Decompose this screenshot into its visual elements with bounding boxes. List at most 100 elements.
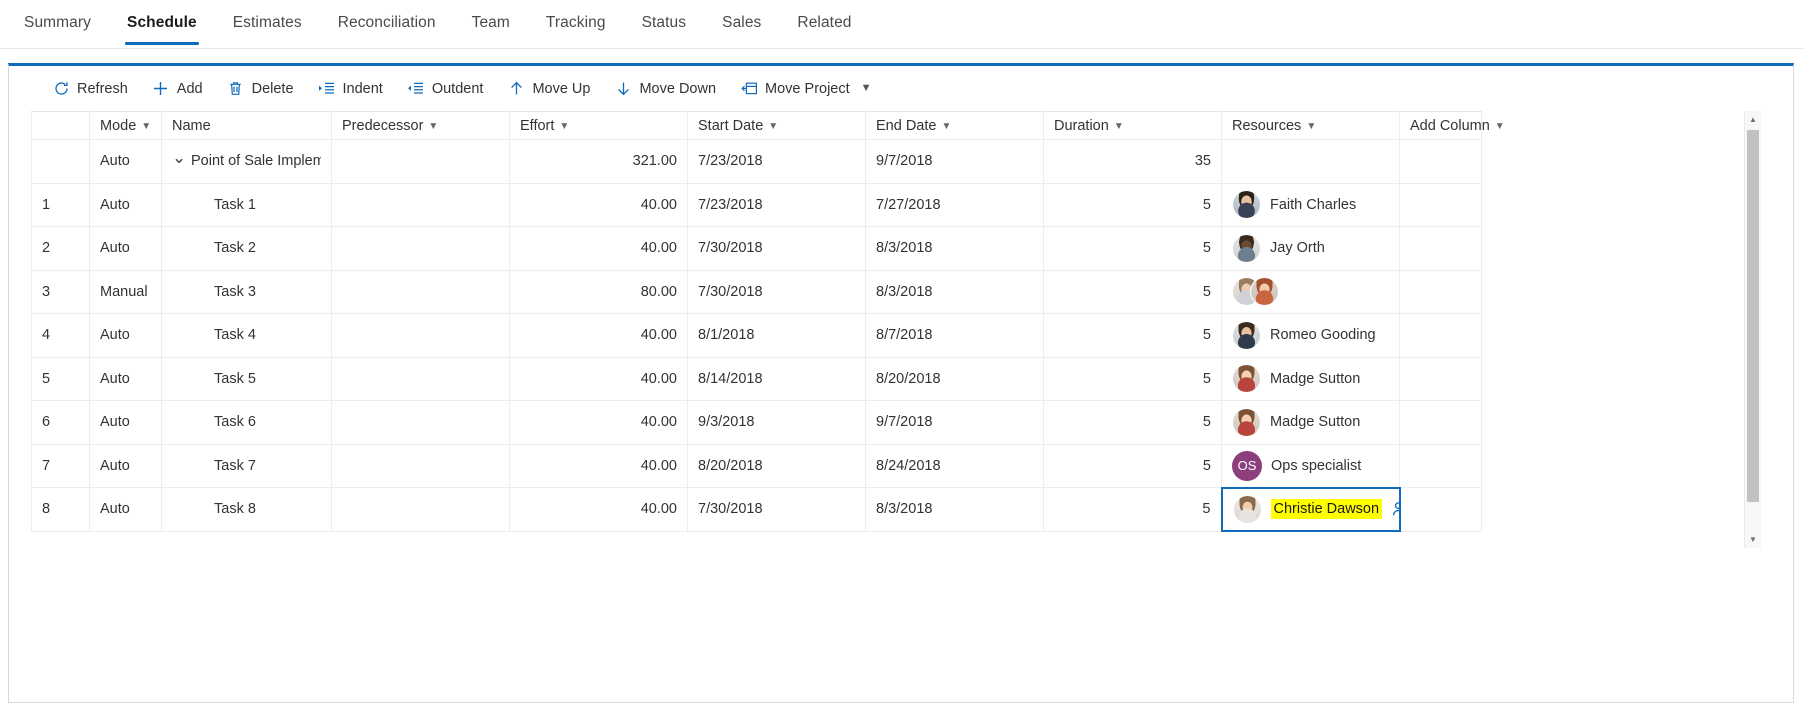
cell-predecessor[interactable] [331, 313, 510, 358]
cell-resources[interactable]: OS Ops specialist [1221, 443, 1400, 488]
column-header-resources[interactable]: Resources ▼ [1221, 111, 1400, 140]
cell-predecessor[interactable] [331, 487, 510, 532]
cell-effort[interactable]: 40.00 [509, 226, 688, 271]
cell-duration[interactable]: 5 [1043, 356, 1222, 401]
scrollbar-thumb[interactable] [1747, 130, 1759, 502]
cell-predecessor[interactable] [331, 139, 510, 184]
table-row[interactable]: 5 Auto Task 5 40.00 8/14/2018 8/20/2018 5 Madge… [31, 356, 1482, 401]
cell-name[interactable]: Task 8 [161, 487, 332, 532]
scroll-up-button[interactable]: ▲ [1745, 111, 1761, 128]
add-person-icon[interactable] [1391, 500, 1398, 519]
delete-button[interactable]: Delete [216, 74, 305, 104]
cell-start-date[interactable]: 7/30/2018 [687, 226, 866, 271]
cell-name[interactable]: Task 7 [161, 443, 332, 488]
cell-end-date[interactable]: 8/24/2018 [865, 443, 1044, 488]
cell-end-date[interactable]: 8/7/2018 [865, 313, 1044, 358]
cell-resources[interactable] [1221, 269, 1400, 314]
tab-estimates[interactable]: Estimates [215, 0, 320, 47]
cell-duration[interactable]: 5 [1043, 182, 1222, 227]
tab-sales[interactable]: Sales [704, 0, 779, 47]
cell-resources[interactable]: Faith Charles [1221, 182, 1400, 227]
cell-mode[interactable]: Auto [89, 487, 162, 532]
cell-end-date[interactable]: 8/3/2018 [865, 487, 1044, 532]
move-project-button[interactable]: Move Project ▼ [729, 74, 883, 104]
cell-predecessor[interactable] [331, 226, 510, 271]
column-header-end-date[interactable]: End Date ▼ [865, 111, 1044, 140]
add-button[interactable]: Add [141, 74, 214, 104]
cell-resources[interactable]: Madge Sutton [1221, 356, 1400, 401]
chevron-down-icon[interactable]: ⌄ [172, 149, 186, 166]
table-row[interactable]: 2 Auto Task 2 40.00 7/30/2018 8/3/2018 5 Jay Or… [31, 226, 1482, 271]
cell-duration[interactable]: 5 [1043, 487, 1222, 532]
column-header-effort[interactable]: Effort ▼ [509, 111, 688, 140]
refresh-button[interactable]: Refresh [41, 74, 139, 104]
cell-start-date[interactable]: 8/20/2018 [687, 443, 866, 488]
move-up-button[interactable]: Move Up [496, 74, 601, 104]
grid-vertical-scrollbar[interactable]: ▲ ▼ [1744, 111, 1761, 548]
cell-start-date[interactable]: 7/30/2018 [687, 487, 866, 532]
cell-name[interactable]: Task 2 [161, 226, 332, 271]
cell-start-date[interactable]: 7/23/2018 [687, 139, 866, 184]
table-row[interactable]: 8 Auto Task 8 40.00 7/30/2018 8/3/2018 5 Christ… [31, 486, 1482, 532]
cell-mode[interactable]: Auto [89, 182, 162, 227]
column-header-mode[interactable]: Mode ▼ [89, 111, 162, 140]
tab-schedule[interactable]: Schedule [109, 0, 215, 47]
cell-duration[interactable]: 5 [1043, 400, 1222, 445]
cell-end-date[interactable]: 7/27/2018 [865, 182, 1044, 227]
cell-name[interactable]: Task 3 [161, 269, 332, 314]
cell-end-date[interactable]: 9/7/2018 [865, 400, 1044, 445]
cell-mode[interactable]: Auto [89, 443, 162, 488]
cell-name[interactable]: Task 6 [161, 400, 332, 445]
cell-duration[interactable]: 35 [1043, 139, 1222, 184]
cell-start-date[interactable]: 8/14/2018 [687, 356, 866, 401]
cell-resources[interactable]: Romeo Gooding [1221, 313, 1400, 358]
cell-effort[interactable]: 40.00 [509, 400, 688, 445]
cell-duration[interactable]: 5 [1043, 313, 1222, 358]
table-row[interactable]: 3 Manual Task 3 80.00 7/30/2018 8/3/2018 5 [31, 269, 1482, 314]
cell-duration[interactable]: 5 [1043, 226, 1222, 271]
cell-resources[interactable]: Madge Sutton [1221, 400, 1400, 445]
cell-mode[interactable]: Auto [89, 400, 162, 445]
cell-mode[interactable]: Auto [89, 356, 162, 401]
cell-effort[interactable]: 80.00 [509, 269, 688, 314]
move-down-button[interactable]: Move Down [603, 74, 727, 104]
table-row[interactable]: 7 Auto Task 7 40.00 8/20/2018 8/24/2018 5 OS Ops… [31, 443, 1482, 488]
cell-duration[interactable]: 5 [1043, 443, 1222, 488]
cell-start-date[interactable]: 9/3/2018 [687, 400, 866, 445]
cell-resources-selected[interactable]: Christie Dawson [1220, 486, 1401, 532]
tab-reconciliation[interactable]: Reconciliation [320, 0, 454, 47]
cell-mode[interactable]: Auto [89, 139, 162, 184]
cell-name[interactable]: Task 4 [161, 313, 332, 358]
cell-start-date[interactable]: 7/30/2018 [687, 269, 866, 314]
column-header-duration[interactable]: Duration ▼ [1043, 111, 1222, 140]
table-row[interactable]: 4 Auto Task 4 40.00 8/1/2018 8/7/2018 5 Romeo G… [31, 313, 1482, 358]
cell-name[interactable]: Task 1 [161, 182, 332, 227]
cell-duration[interactable]: 5 [1043, 269, 1222, 314]
cell-effort[interactable]: 40.00 [509, 487, 688, 532]
cell-effort[interactable]: 40.00 [509, 443, 688, 488]
cell-predecessor[interactable] [331, 443, 510, 488]
cell-end-date[interactable]: 8/3/2018 [865, 269, 1044, 314]
cell-name[interactable]: Task 5 [161, 356, 332, 401]
column-header-name[interactable]: Name [161, 111, 332, 140]
tab-tracking[interactable]: Tracking [528, 0, 624, 47]
table-row[interactable]: 1 Auto Task 1 40.00 7/23/2018 7/27/2018 5 Faith… [31, 182, 1482, 227]
cell-end-date[interactable]: 9/7/2018 [865, 139, 1044, 184]
cell-effort[interactable]: 321.00 [509, 139, 688, 184]
tab-status[interactable]: Status [624, 0, 705, 47]
cell-name[interactable]: ⌄ Point of Sale Implementat [161, 139, 332, 184]
indent-button[interactable]: Indent [307, 74, 394, 104]
tab-summary[interactable]: Summary [6, 0, 109, 47]
cell-resources[interactable] [1221, 139, 1400, 184]
cell-effort[interactable]: 40.00 [509, 182, 688, 227]
tab-team[interactable]: Team [454, 0, 528, 47]
cell-resources[interactable]: Jay Orth [1221, 226, 1400, 271]
cell-predecessor[interactable] [331, 400, 510, 445]
cell-mode[interactable]: Auto [89, 226, 162, 271]
cell-predecessor[interactable] [331, 356, 510, 401]
cell-start-date[interactable]: 8/1/2018 [687, 313, 866, 358]
cell-effort[interactable]: 40.00 [509, 313, 688, 358]
outdent-button[interactable]: Outdent [396, 74, 495, 104]
cell-mode[interactable]: Manual [89, 269, 162, 314]
cell-predecessor[interactable] [331, 182, 510, 227]
